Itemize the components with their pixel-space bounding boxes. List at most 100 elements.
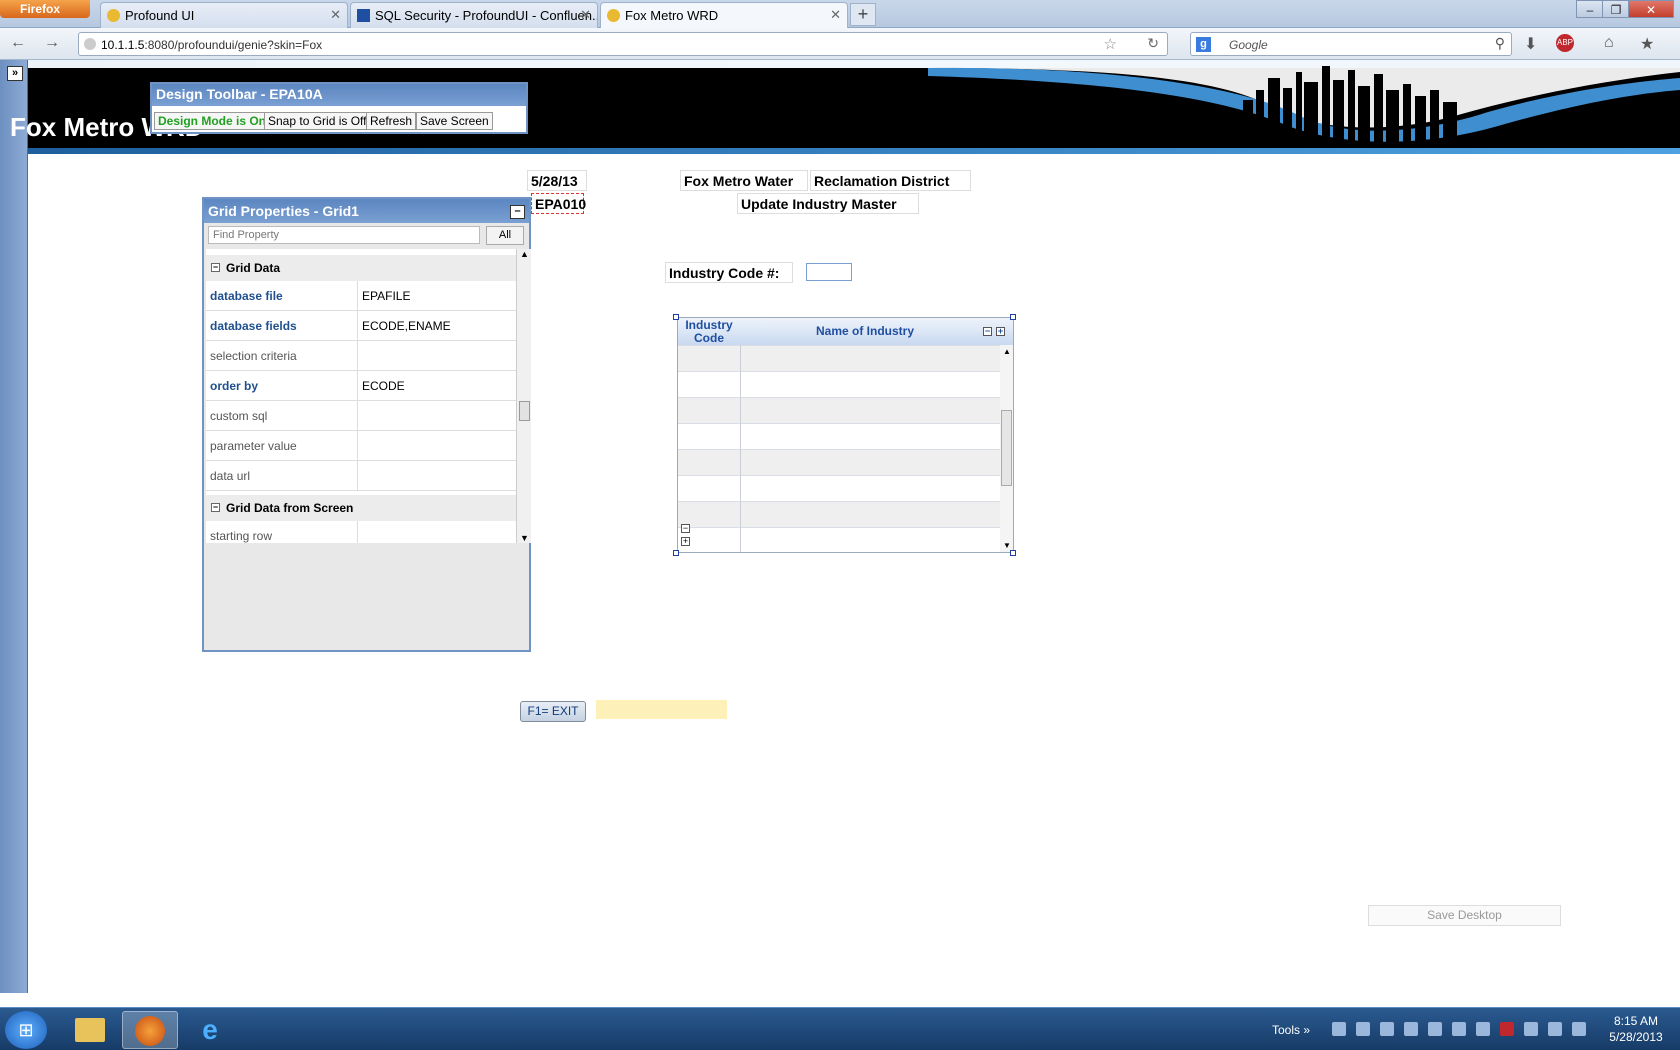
property-row-database-file[interactable]: database file EPAFILE [206, 281, 516, 311]
save-desktop-button[interactable]: Save Desktop [1368, 905, 1561, 926]
property-row-starting-row[interactable]: starting row [206, 521, 516, 543]
internet-explorer-icon[interactable]: e [182, 1011, 238, 1049]
property-row-selection-criteria[interactable]: selection criteria [206, 341, 516, 371]
add-row-icon[interactable]: + [681, 537, 690, 546]
expand-grid-icon[interactable]: + [996, 327, 1005, 336]
property-row-parameter-value[interactable]: parameter value [206, 431, 516, 461]
scrollbar-thumb[interactable] [1001, 410, 1012, 486]
all-properties-button[interactable]: All [486, 226, 524, 245]
resize-handle[interactable] [1010, 314, 1016, 320]
industry-grid[interactable]: Industry Code Name of Industry − + − + ▲… [677, 317, 1014, 553]
collapse-section-icon[interactable]: − [211, 263, 220, 272]
grid-row[interactable] [678, 501, 1001, 527]
close-tab-icon[interactable]: ✕ [330, 7, 341, 23]
tab-profound-ui[interactable]: Profound UI ✕ [100, 2, 348, 28]
refresh-button[interactable]: Refresh [366, 112, 417, 130]
grid-row[interactable] [678, 345, 1001, 371]
remove-row-icon[interactable]: − [681, 524, 690, 533]
file-explorer-icon[interactable] [62, 1011, 118, 1049]
firefox-taskbar-icon[interactable] [122, 1011, 178, 1049]
grid-row[interactable] [678, 397, 1001, 423]
search-icon[interactable]: ⚲ [1495, 35, 1505, 52]
reload-icon[interactable]: ↻ [1147, 35, 1159, 52]
restore-button[interactable]: ❐ [1602, 0, 1630, 18]
design-toolbar[interactable]: Design Toolbar - EPA10A Design Mode is O… [150, 82, 528, 134]
expand-panel-icon[interactable]: » [7, 66, 23, 81]
property-value[interactable]: EPAFILE [362, 289, 410, 303]
bookmark-star-icon[interactable]: ☆ [1104, 35, 1117, 53]
tools-expand-icon[interactable]: » [1303, 1023, 1310, 1037]
adblock-icon[interactable]: ABP [1556, 34, 1574, 52]
bluetooth-icon[interactable] [1332, 1022, 1346, 1036]
close-tab-icon[interactable]: ✕ [830, 7, 841, 23]
tab-sql-security[interactable]: SQL Security - ProfoundUI - Confluen... … [350, 2, 598, 28]
back-arrow-icon[interactable]: ← [10, 34, 26, 52]
tray-app-icon[interactable] [1524, 1022, 1538, 1036]
grid-row[interactable] [678, 475, 1001, 501]
resize-handle[interactable] [673, 550, 679, 556]
forward-arrow-icon[interactable]: → [44, 34, 60, 52]
scroll-down-icon[interactable]: ▼ [1003, 541, 1011, 550]
network-signal-icon[interactable] [1548, 1022, 1562, 1036]
section-grid-data[interactable]: − Grid Data [206, 255, 516, 281]
minimize-panel-icon[interactable]: – [510, 205, 525, 219]
save-screen-button[interactable]: Save Screen [416, 112, 493, 130]
new-tab-button[interactable]: + [850, 3, 876, 26]
resize-handle[interactable] [1010, 550, 1016, 556]
property-name: order by [206, 371, 358, 401]
grid-row[interactable] [678, 371, 1001, 397]
property-value[interactable]: ECODE [362, 379, 405, 393]
scroll-down-icon[interactable]: ▼ [520, 533, 529, 543]
property-row-custom-sql[interactable]: custom sql [206, 401, 516, 431]
close-window-button[interactable]: ✕ [1628, 0, 1674, 18]
netflix-tray-icon[interactable] [1500, 1022, 1514, 1036]
tray-app-icon[interactable] [1380, 1022, 1394, 1036]
design-mode-toggle[interactable]: Design Mode is On [154, 112, 271, 130]
firefox-menu-button[interactable]: Firefox [0, 0, 90, 18]
tools-toolbar-label[interactable]: Tools » [1272, 1023, 1310, 1037]
close-tab-icon[interactable]: ✕ [580, 7, 591, 23]
snap-to-grid-toggle[interactable]: Snap to Grid is Off [264, 112, 371, 130]
grid-row[interactable] [678, 527, 1001, 553]
tray-app-icon[interactable] [1452, 1022, 1466, 1036]
exit-button[interactable]: F1= EXIT [520, 701, 586, 722]
start-button-icon[interactable]: ⊞ [5, 1011, 47, 1049]
resize-handle[interactable] [673, 314, 679, 320]
tray-app-icon[interactable] [1428, 1022, 1442, 1036]
volume-icon[interactable] [1572, 1022, 1586, 1036]
collapse-grid-icon[interactable]: − [983, 327, 992, 336]
property-list-scrollbar[interactable]: ▲ ▼ [516, 249, 531, 543]
grid-scrollbar[interactable]: ▲ ▼ [1000, 345, 1013, 552]
scrollbar-thumb[interactable] [519, 401, 530, 421]
bookmarks-icon[interactable]: ★ [1640, 34, 1654, 54]
section-grid-data-from-screen[interactable]: − Grid Data from Screen [206, 495, 516, 521]
scroll-up-icon[interactable]: ▲ [520, 249, 529, 259]
grid-properties-panel[interactable]: Grid Properties - Grid1 – Find Property … [202, 197, 531, 652]
column-divider[interactable] [740, 345, 741, 552]
grid-row[interactable] [678, 423, 1001, 449]
minimize-button[interactable]: – [1576, 0, 1604, 18]
clock[interactable]: 8:15 AM 5/28/2013 [1600, 1013, 1672, 1045]
column-header-name-of-industry[interactable]: Name of Industry [740, 318, 990, 345]
property-row-data-url[interactable]: data url [206, 461, 516, 491]
property-list[interactable]: − Grid Data database file EPAFILE databa… [206, 249, 516, 543]
find-property-input[interactable]: Find Property [208, 226, 480, 244]
url-bar[interactable]: 10.1.1.5:8080/profoundui/genie?skin=Fox … [78, 32, 1168, 56]
property-value[interactable]: ECODE,ENAME [362, 319, 451, 333]
download-icon[interactable]: ⬇ [1524, 34, 1537, 54]
property-row-database-fields[interactable]: database fields ECODE,ENAME [206, 311, 516, 341]
tray-app-icon[interactable] [1476, 1022, 1490, 1036]
tray-app-icon[interactable] [1404, 1022, 1418, 1036]
search-field[interactable]: g Google ⚲ [1190, 32, 1512, 56]
grid-row[interactable] [678, 449, 1001, 475]
property-row-order-by[interactable]: order by ECODE [206, 371, 516, 401]
program-field[interactable]: EPA010 [531, 193, 586, 214]
tray-app-icon[interactable] [1356, 1022, 1370, 1036]
industry-code-input[interactable] [806, 263, 852, 281]
home-icon[interactable]: ⌂ [1604, 34, 1614, 52]
tab-fox-metro-wrd[interactable]: Fox Metro WRD ✕ [600, 2, 848, 28]
column-header-industry-code[interactable]: Industry Code [678, 318, 740, 345]
org-line2: Reclamation District [810, 170, 971, 191]
scroll-up-icon[interactable]: ▲ [1003, 347, 1011, 356]
collapse-section-icon[interactable]: − [211, 503, 220, 512]
